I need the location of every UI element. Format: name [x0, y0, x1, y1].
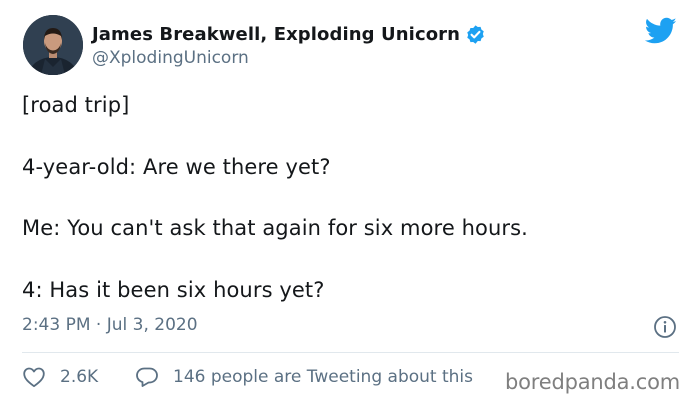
- tweet-text-line: 4-year-old: Are we there yet?: [22, 155, 331, 179]
- boredpanda-watermark: boredpanda.com: [505, 370, 681, 394]
- tweet-text-line: 4: Has it been six hours yet?: [22, 278, 325, 302]
- tweet-text-line: Me: You can't ask that again for six mor…: [22, 216, 528, 240]
- verified-badge-icon: [465, 24, 486, 45]
- author-handle[interactable]: @XplodingUnicorn: [92, 48, 486, 68]
- like-button[interactable]: 2.6K: [22, 366, 98, 388]
- like-count: 2.6K: [60, 367, 99, 387]
- speech-bubble-icon: [136, 367, 158, 387]
- heart-icon: [23, 367, 45, 388]
- tweet-timestamp[interactable]: 2:43 PM · Jul 3, 2020: [22, 315, 198, 335]
- twitter-bird-icon[interactable]: [644, 17, 677, 45]
- tweeting-about-button[interactable]: 146 people are Tweeting about this: [135, 366, 473, 388]
- tweeting-about-text: 146 people are Tweeting about this: [173, 367, 473, 387]
- tweet-card: James Breakwell, Exploding Unicorn @Xplo…: [0, 0, 700, 406]
- divider: [22, 352, 679, 353]
- tweet-text-line: [road trip]: [22, 93, 130, 117]
- author-name[interactable]: James Breakwell, Exploding Unicorn: [92, 24, 460, 45]
- avatar[interactable]: [23, 15, 83, 75]
- author-block: James Breakwell, Exploding Unicorn @Xplo…: [92, 22, 486, 68]
- author-name-row: James Breakwell, Exploding Unicorn: [92, 22, 486, 46]
- info-icon[interactable]: [653, 315, 677, 339]
